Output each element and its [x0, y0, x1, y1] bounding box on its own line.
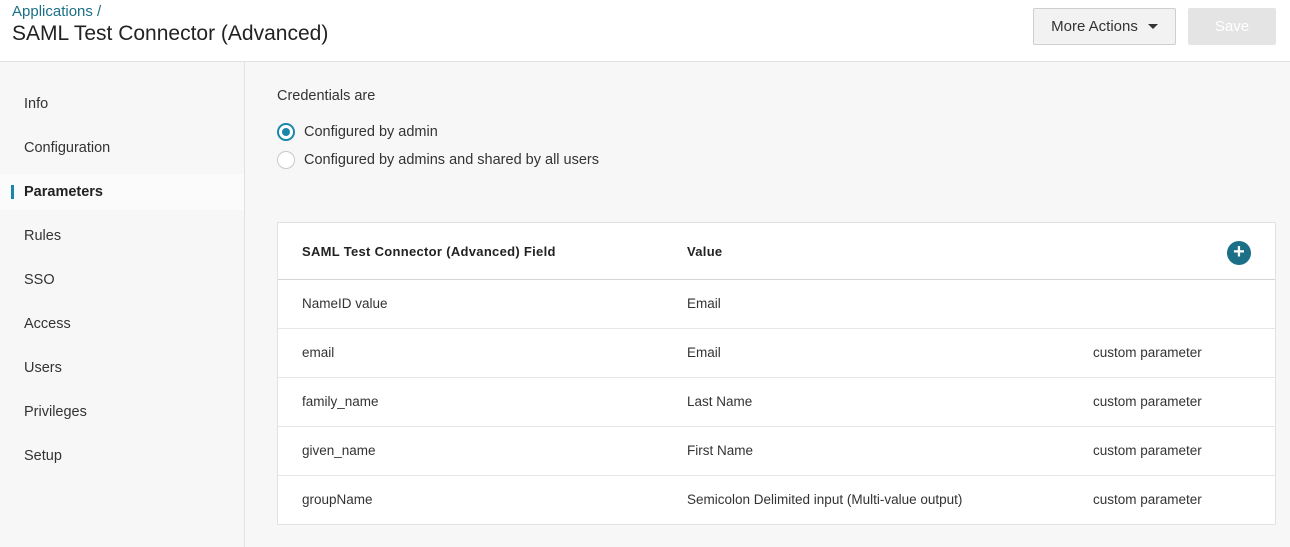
save-button[interactable]: Save: [1188, 8, 1276, 45]
sidebar-item-configuration[interactable]: Configuration: [0, 130, 244, 166]
field-cell: given_name: [302, 443, 376, 458]
note-cell: custom parameter: [1093, 443, 1202, 458]
breadcrumb-applications[interactable]: Applications /: [12, 3, 101, 20]
radio-unselected-icon[interactable]: [277, 151, 295, 169]
top-bar: Applications / SAML Test Connector (Adva…: [0, 0, 1290, 62]
note-cell: custom parameter: [1093, 492, 1202, 507]
sidebar-item-rules[interactable]: Rules: [0, 218, 244, 254]
note-cell: custom parameter: [1093, 394, 1202, 409]
value-cell: Email: [687, 345, 721, 360]
page-title: SAML Test Connector (Advanced): [12, 22, 329, 45]
column-header-field: SAML Test Connector (Advanced) Field: [302, 244, 556, 259]
radio-selected-icon[interactable]: [277, 123, 295, 141]
sidebar-nav: Info Configuration Parameters Rules SSO …: [0, 62, 245, 547]
add-parameter-button[interactable]: +: [1227, 241, 1251, 265]
sidebar-item-sso[interactable]: SSO: [0, 262, 244, 298]
field-cell: email: [302, 345, 335, 360]
sidebar-item-parameters[interactable]: Parameters: [0, 174, 244, 210]
radio-shared-by-all-users[interactable]: Configured by admins and shared by all u…: [277, 150, 599, 170]
radio-configured-by-admin[interactable]: Configured by admin: [277, 122, 438, 142]
credentials-label: Credentials are: [277, 88, 376, 104]
table-row[interactable]: groupName Semicolon Delimited input (Mul…: [278, 476, 1275, 525]
radio-label: Configured by admin: [304, 124, 438, 140]
parameters-table: SAML Test Connector (Advanced) Field Val…: [277, 222, 1276, 525]
sidebar-item-setup[interactable]: Setup: [0, 438, 244, 474]
table-row[interactable]: NameID value Email: [278, 280, 1275, 329]
sidebar-item-users[interactable]: Users: [0, 350, 244, 386]
radio-label: Configured by admins and shared by all u…: [304, 152, 599, 168]
sidebar-item-access[interactable]: Access: [0, 306, 244, 342]
value-cell: First Name: [687, 443, 754, 458]
field-cell: NameID value: [302, 296, 388, 311]
sidebar-item-privileges[interactable]: Privileges: [0, 394, 244, 430]
field-cell: groupName: [302, 492, 373, 507]
value-cell: Email: [687, 296, 721, 311]
value-cell: Semicolon Delimited input (Multi-value o…: [687, 492, 963, 507]
value-cell: Last Name: [687, 394, 753, 409]
table-row[interactable]: family_name Last Name custom parameter: [278, 378, 1275, 427]
table-header: SAML Test Connector (Advanced) Field Val…: [278, 223, 1275, 280]
table-row[interactable]: email Email custom parameter: [278, 329, 1275, 378]
field-cell: family_name: [302, 394, 379, 409]
more-actions-button[interactable]: More Actions: [1033, 8, 1176, 45]
table-row[interactable]: given_name First Name custom parameter: [278, 427, 1275, 476]
column-header-value: Value: [687, 244, 723, 259]
main-content: Credentials are Configured by admin Conf…: [245, 62, 1290, 547]
note-cell: custom parameter: [1093, 345, 1202, 360]
more-actions-label: More Actions: [1051, 18, 1138, 35]
caret-down-icon: [1147, 24, 1158, 29]
sidebar-item-info[interactable]: Info: [0, 86, 244, 122]
